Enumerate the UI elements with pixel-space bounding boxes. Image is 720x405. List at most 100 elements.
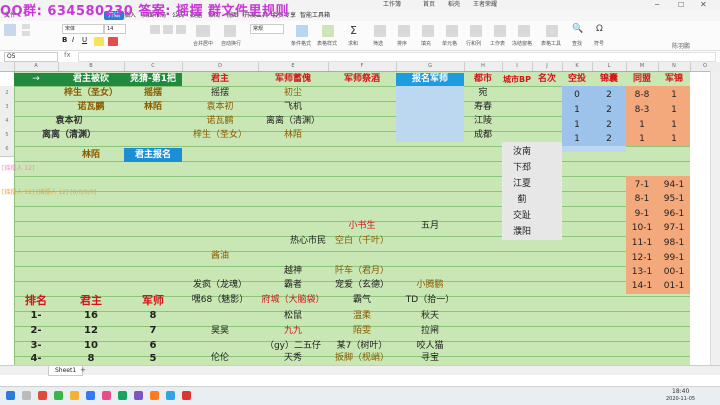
window-tab-game[interactable]: 王者荣耀 xyxy=(470,0,500,10)
cell-name[interactable]: 寻宝 xyxy=(396,352,464,365)
stat-cell[interactable]: 01-1 xyxy=(658,279,690,293)
stat-cell[interactable]: 11-1 xyxy=(626,236,658,250)
window-tab-home[interactable]: 首页 xyxy=(420,0,438,10)
stat-cell[interactable]: 14-1 xyxy=(626,279,658,293)
stat-cell[interactable]: 1 xyxy=(562,118,592,132)
table-tools-icon[interactable] xyxy=(546,25,558,37)
sheet-tab[interactable]: Sheet1 xyxy=(48,366,84,376)
cell-name[interactable]: 袁本初 xyxy=(14,114,124,128)
symbol-icon[interactable]: Ω xyxy=(596,24,603,34)
fill-color-icon[interactable] xyxy=(94,37,104,46)
header-junjin[interactable]: 军锦 xyxy=(658,73,690,86)
column-header[interactable]: G xyxy=(396,62,465,71)
app-icon[interactable] xyxy=(134,391,143,400)
cell-name[interactable]: 天秀 xyxy=(258,352,328,365)
rank-cell[interactable]: 6 xyxy=(124,339,182,353)
app-icon[interactable] xyxy=(86,391,95,400)
cell-city[interactable]: 成都 xyxy=(464,128,502,142)
cell-city[interactable]: 寿春 xyxy=(464,100,502,114)
column-header[interactable]: C xyxy=(124,62,183,71)
header-city[interactable]: 都市 xyxy=(464,73,502,86)
window-tab-workbook[interactable]: 工作簿 xyxy=(380,0,404,10)
bold-icon[interactable]: B xyxy=(62,36,67,44)
wrap-text-icon[interactable] xyxy=(224,25,236,37)
stat-cell[interactable]: 7-1 xyxy=(626,178,658,192)
cell-name[interactable]: 离离（清渊） xyxy=(14,128,124,142)
sort-icon[interactable] xyxy=(398,25,410,37)
select-all-corner[interactable] xyxy=(0,62,15,71)
cell-name[interactable]: 嘿68（魅影） xyxy=(182,293,258,308)
stat-cell[interactable]: 1 xyxy=(658,132,690,146)
cell-city[interactable]: 下邳 xyxy=(502,161,542,175)
cell-name[interactable]: （gy）二五仔 xyxy=(258,339,328,353)
cell-name[interactable]: 酱油 xyxy=(182,249,258,263)
font-name-select[interactable]: 宋体 xyxy=(62,24,104,34)
cell-junzhu[interactable]: 袁本初 xyxy=(182,100,258,114)
cell-name[interactable]: 小腾鹏 xyxy=(396,278,464,292)
stat-cell[interactable]: 1 xyxy=(658,88,690,102)
number-format-select[interactable]: 常规 xyxy=(250,24,284,34)
rank-header[interactable]: 排名 xyxy=(14,293,58,308)
cell-city[interactable]: 蓟 xyxy=(502,193,542,207)
header-junzhu-beikan[interactable]: 君主被砍 xyxy=(58,73,124,86)
font-color-icon[interactable] xyxy=(108,37,118,46)
header-xukui[interactable]: 军师蓄傀 xyxy=(258,73,328,86)
maximize-icon[interactable]: ☐ xyxy=(678,1,684,9)
spreadsheet-grid[interactable]: → 君主被砍 竞猜-第1把 君主 军师蓄傀 军师祭酒 报名军师 都市 城市BP … xyxy=(0,71,720,365)
stat-cell[interactable]: 1 xyxy=(626,118,658,132)
cell-name[interactable]: 拉闸 xyxy=(396,324,464,338)
row-header[interactable]: 3 xyxy=(0,100,14,115)
cell-city[interactable]: 交趾 xyxy=(502,209,542,223)
cell-name[interactable]: 府城（大脑袋） xyxy=(258,293,328,308)
freeze-panes-icon[interactable] xyxy=(518,25,530,37)
rank-cell[interactable]: 1- xyxy=(14,309,58,323)
column-header[interactable]: O xyxy=(690,62,720,71)
stat-cell[interactable]: 98-1 xyxy=(658,236,690,250)
cell-name[interactable]: 发疯（龙魂） xyxy=(182,278,258,292)
window-tab-docer[interactable]: 稻壳 xyxy=(445,0,463,10)
cell-icon[interactable] xyxy=(446,25,458,37)
close-icon[interactable]: ✕ xyxy=(700,0,707,9)
cell-name[interactable]: 松鼠 xyxy=(258,309,328,323)
column-header[interactable]: D xyxy=(182,62,259,71)
cell-xukui[interactable]: 离离（清渊） xyxy=(258,114,328,128)
cell-name[interactable]: 昊昊 xyxy=(182,324,258,338)
stat-cell[interactable]: 2 xyxy=(592,88,626,102)
row-header[interactable]: 6 xyxy=(0,142,14,157)
rank-cell[interactable]: 12 xyxy=(58,324,124,338)
cell-name[interactable]: 霸者 xyxy=(258,278,328,292)
column-header[interactable]: M xyxy=(626,62,659,71)
column-header[interactable]: E xyxy=(258,62,329,71)
app-icon[interactable] xyxy=(102,391,111,400)
app-icon[interactable] xyxy=(166,391,175,400)
cell-name[interactable]: 阡车（君月） xyxy=(328,264,396,278)
cell-city[interactable]: 汝南 xyxy=(502,145,542,159)
cell-name[interactable]: 空白（千叶） xyxy=(328,234,396,248)
folder-icon[interactable] xyxy=(70,391,79,400)
stat-cell[interactable]: 99-1 xyxy=(658,251,690,265)
rank-header[interactable]: 君主 xyxy=(58,293,124,308)
vertical-scrollbar[interactable] xyxy=(710,71,720,365)
fx-icon[interactable]: fx xyxy=(64,51,71,59)
app-icon[interactable] xyxy=(182,391,191,400)
stat-cell[interactable]: 0 xyxy=(562,88,592,102)
font-size-select[interactable]: 14 xyxy=(104,24,126,34)
italic-icon[interactable]: I xyxy=(72,36,74,44)
cell-name[interactable]: 伦伦 xyxy=(182,352,258,365)
stat-cell[interactable]: 8-8 xyxy=(626,88,658,102)
column-header[interactable]: K xyxy=(562,62,593,71)
cell-name[interactable]: 霸气 xyxy=(328,293,396,308)
rank-cell[interactable]: 3- xyxy=(14,339,58,353)
app-icon[interactable] xyxy=(150,391,159,400)
cell-name[interactable]: 温柔 xyxy=(328,309,396,323)
stat-cell[interactable]: 2 xyxy=(592,132,626,146)
stat-cell[interactable]: 13-1 xyxy=(626,265,658,279)
header-guess[interactable]: 竞猜-第1把 xyxy=(124,73,182,86)
minimize-icon[interactable]: ─ xyxy=(655,1,659,9)
formula-input[interactable] xyxy=(78,52,716,62)
stat-cell[interactable]: 8-3 xyxy=(626,103,658,117)
stat-cell[interactable]: 1 xyxy=(562,103,592,117)
cell-name[interactable]: 梓生（圣女） xyxy=(58,86,124,100)
cell-name[interactable]: 陌雯 xyxy=(328,324,396,338)
stat-cell[interactable]: 8-1 xyxy=(626,192,658,206)
